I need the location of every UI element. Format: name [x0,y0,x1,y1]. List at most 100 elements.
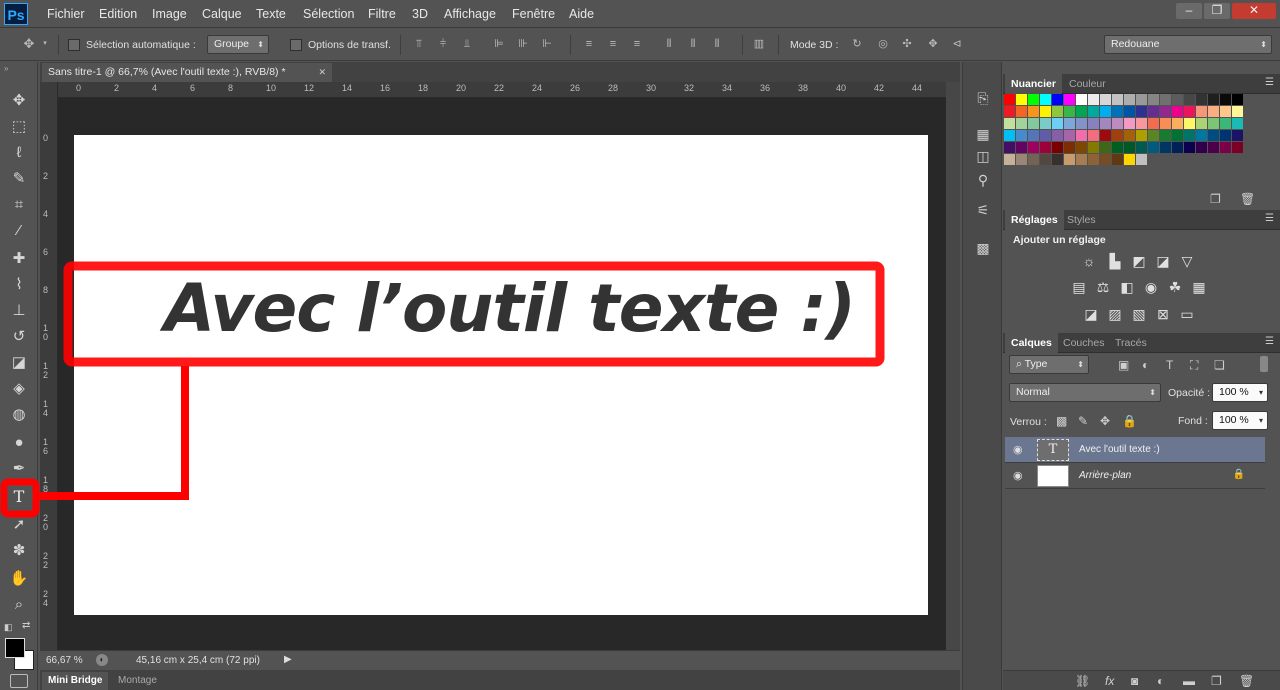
color-swatch[interactable] [1112,130,1123,141]
rotate-3d-icon[interactable]: ↻ [850,37,864,51]
link-layers-icon[interactable]: ⛓ [1075,674,1090,688]
color-swatch[interactable] [1220,142,1231,153]
align-top-icon[interactable]: ⫪ [412,37,426,51]
tab-calques[interactable]: Calques [1005,333,1058,353]
color-swatch[interactable] [1208,130,1219,141]
workspace-dropdown[interactable]: Redouane ⬍ [1104,35,1272,54]
color-swatch[interactable] [1220,130,1231,141]
align-bottom-icon[interactable]: ⫫ [460,37,474,51]
default-colors-icon[interactable]: ◧ [4,622,13,633]
color-swatch[interactable] [1100,106,1111,117]
exposure-icon[interactable]: ◪ [1154,252,1172,270]
status-menu-arrow-icon[interactable]: ▶ [284,654,292,665]
filter-shape-icon[interactable]: ⛶ [1190,358,1198,373]
collapse-icon[interactable]: » [4,64,8,73]
color-swatch[interactable] [1220,94,1231,105]
color-swatch[interactable] [1052,106,1063,117]
add-mask-icon[interactable]: ◙ [1131,674,1138,688]
auto-select-dropdown[interactable]: Groupe ⬍ [207,35,269,54]
color-swatch[interactable] [1184,106,1195,117]
menu-affichage[interactable]: Affichage [444,7,496,21]
color-swatch[interactable] [1112,106,1123,117]
color-swatch[interactable] [1088,130,1099,141]
color-swatch[interactable] [1232,106,1243,117]
tab-styles[interactable]: Styles [1061,210,1102,230]
color-swatch[interactable] [1100,142,1111,153]
color-swatch[interactable] [1040,118,1051,129]
color-swatch[interactable] [1208,94,1219,105]
levels-icon[interactable]: ▙ [1106,252,1124,270]
type-tool-icon[interactable]: T [6,486,32,508]
zoom-level[interactable]: 66,67 % [46,655,83,666]
menu-selection[interactable]: Sélection [303,7,354,21]
color-swatch[interactable] [1088,118,1099,129]
color-swatch[interactable] [1172,142,1183,153]
color-swatch[interactable] [1184,118,1195,129]
close-button[interactable]: ✕ [1232,3,1276,19]
delete-swatch-icon[interactable]: 🗑 [1240,192,1255,206]
color-swatch[interactable] [1088,154,1099,165]
hand-tool-icon[interactable]: ✋ [6,568,32,590]
align-left-icon[interactable]: ⊫ [492,37,506,51]
menu-edition[interactable]: Edition [99,7,137,21]
dodge-tool-icon[interactable]: ● [6,432,32,454]
color-swatch[interactable] [1064,142,1075,153]
tab-montage[interactable]: Montage [112,672,163,690]
minimize-button[interactable]: – [1176,3,1202,19]
color-swatch[interactable] [1184,142,1195,153]
color-swatch[interactable] [1076,142,1087,153]
color-swatch[interactable] [1172,118,1183,129]
color-swatch[interactable] [1208,142,1219,153]
color-swatch[interactable] [1076,118,1087,129]
color-swatch[interactable] [1028,154,1039,165]
eyedropper-tool-icon[interactable]: ⁄ [6,220,32,242]
color-swatch[interactable] [1040,130,1051,141]
tab-reglages[interactable]: Réglages [1005,210,1064,230]
gradient-map-icon[interactable]: ▭ [1178,305,1196,323]
channel-mixer-icon[interactable]: ☘ [1166,278,1184,296]
color-swatch[interactable] [1064,130,1075,141]
color-swatch[interactable] [1088,142,1099,153]
lasso-tool-icon[interactable]: ℓ [6,142,32,164]
color-swatch[interactable] [1076,154,1087,165]
lock-all-icon[interactable]: 🔒 [1122,414,1137,428]
roll-3d-icon[interactable]: ◎ [876,37,890,51]
color-swatch[interactable] [1004,118,1015,129]
canvas-text-layer[interactable]: Avec l’outil texte :) [164,270,856,347]
align-hcenter-icon[interactable]: ⊪ [516,37,530,51]
history-brush-tool-icon[interactable]: ↺ [6,326,32,348]
eraser-tool-icon[interactable]: ◪ [6,352,32,374]
color-swatch[interactable] [1232,118,1243,129]
distribute-top-icon[interactable]: ≡ [582,37,596,51]
lock-pixels-icon[interactable]: ✎ [1078,414,1088,428]
filter-toggle[interactable] [1260,356,1268,372]
color-swatch[interactable] [1088,94,1099,105]
color-swatch[interactable] [1064,106,1075,117]
color-swatch[interactable] [1016,118,1027,129]
brush-tool-icon[interactable]: ⌇ [6,274,32,296]
filter-adjustment-icon[interactable]: ◐ [1142,358,1149,372]
invert-icon[interactable]: ◪ [1082,305,1100,323]
document-tab[interactable]: Sans titre-1 @ 66,7% (Avec l'outil texte… [42,63,332,82]
color-swatch[interactable] [1172,106,1183,117]
black-white-icon[interactable]: ◧ [1118,278,1136,296]
move-tool-icon[interactable]: ✥ [6,90,32,112]
auto-align-icon[interactable]: ▥ [752,37,766,51]
color-swatch[interactable] [1052,142,1063,153]
color-swatch[interactable] [1016,106,1027,117]
color-swatch[interactable] [1172,130,1183,141]
color-swatch[interactable] [1040,142,1051,153]
blend-mode-dropdown[interactable]: Normal ⬍ [1009,383,1161,402]
panel-menu-icon[interactable]: ☰ [1265,213,1274,224]
color-swatch[interactable] [1004,142,1015,153]
marquee-tool-icon[interactable]: ⬚ [6,116,32,138]
color-swatch[interactable] [1004,94,1015,105]
color-swatch[interactable] [1136,130,1147,141]
color-swatch[interactable] [1124,106,1135,117]
color-swatch[interactable] [1076,130,1087,141]
panel-menu-icon[interactable]: ☰ [1265,336,1274,347]
menu-texte[interactable]: Texte [256,7,286,21]
close-tab-icon[interactable]: ✕ [318,63,326,82]
character-panel-icon[interactable]: ▩ [973,238,993,258]
quick-select-tool-icon[interactable]: ✎ [6,168,32,190]
